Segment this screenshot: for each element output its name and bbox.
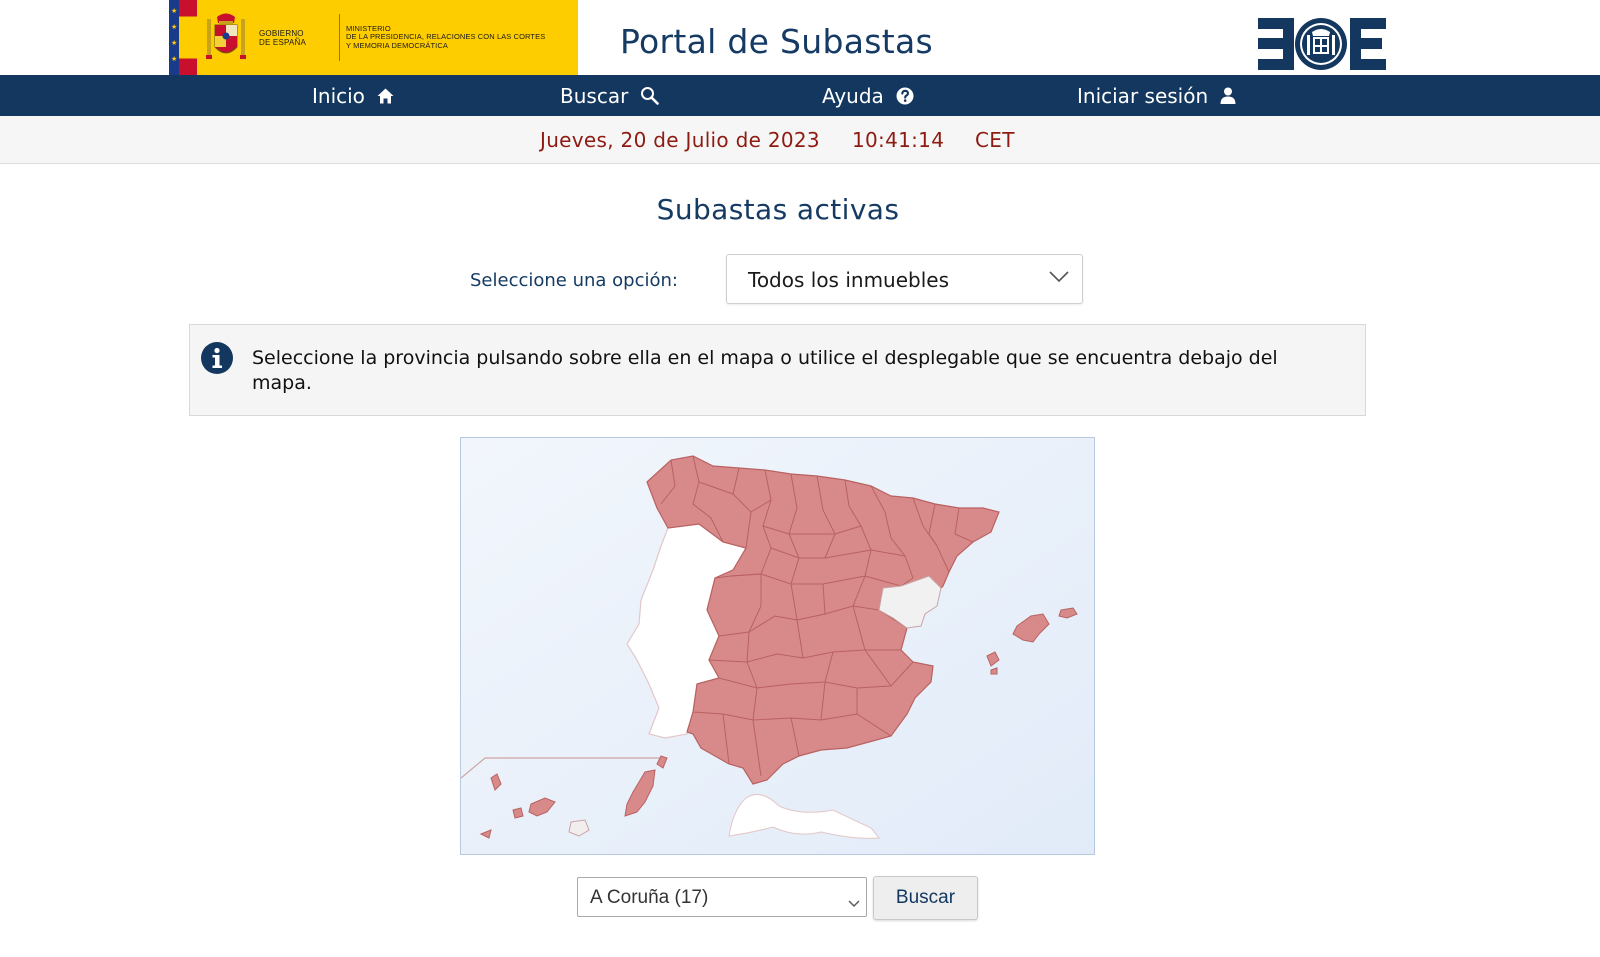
nav-ayuda-label: Ayuda: [822, 83, 884, 108]
gobierno-text: GOBIERNO DE ESPAÑA: [255, 0, 333, 75]
option-select-label: Seleccione una opción:: [470, 270, 678, 291]
gov-line2: DE ESPAÑA: [259, 37, 306, 47]
asset-type-select[interactable]: Todos los inmuebles: [726, 254, 1083, 304]
ministerio-text: MINISTERIO DE LA PRESIDENCIA, RELACIONES…: [346, 0, 578, 75]
gov-divider: [339, 14, 340, 61]
nav-iniciar-sesion[interactable]: Iniciar sesión: [1077, 75, 1236, 116]
info-message: Seleccione la provincia pulsando sobre e…: [189, 324, 1366, 416]
province-select[interactable]: A Coruña (17): [577, 877, 867, 917]
info-text: Seleccione la provincia pulsando sobre e…: [252, 347, 1278, 394]
nav-login-label: Iniciar sesión: [1077, 83, 1209, 108]
timezone-label: CET: [975, 128, 1015, 152]
nav-buscar-label: Buscar: [560, 83, 629, 108]
spain-province-map[interactable]: [460, 437, 1095, 855]
site-header: ★ ★ ★ ★ GOBIERNO DE ESPAÑA MINISTERIO DE…: [0, 0, 1600, 75]
user-icon: [1220, 87, 1236, 104]
page-title: Subastas activas: [656, 193, 900, 226]
home-icon: [377, 88, 394, 104]
nav-ayuda[interactable]: Ayuda: [822, 75, 914, 116]
gobierno-logo[interactable]: ★ ★ ★ ★ GOBIERNO DE ESPAÑA MINISTERIO DE…: [169, 0, 578, 75]
nav-buscar[interactable]: Buscar: [560, 75, 660, 116]
chevron-down-icon: [848, 893, 860, 912]
search-icon: [640, 86, 660, 105]
eu-flag-strip: ★ ★ ★ ★: [169, 0, 197, 75]
current-time: 10:41:14: [852, 128, 945, 152]
main-nav: Inicio Buscar Ayuda Iniciar sesión: [0, 75, 1600, 116]
nav-inicio-label: Inicio: [312, 83, 365, 108]
nav-inicio[interactable]: Inicio: [312, 75, 394, 116]
current-date: Jueves, 20 de Julio de 2023: [540, 128, 820, 152]
info-icon: [201, 342, 233, 378]
help-icon: [896, 87, 914, 105]
portal-title[interactable]: Portal de Subastas: [620, 22, 933, 61]
eu-stars-icon: ★ ★ ★ ★: [169, 0, 179, 75]
gov-line1: GOBIERNO: [259, 28, 304, 38]
island-la-gomera: [512, 807, 524, 819]
province-value: A Coruña (17): [590, 887, 709, 908]
date-bar: Jueves, 20 de Julio de 2023 10:41:14 CET: [0, 116, 1600, 164]
asset-type-value: Todos los inmuebles: [748, 268, 950, 292]
boe-logo-icon[interactable]: [1258, 18, 1386, 70]
spain-flag-icon: [179, 0, 197, 75]
search-button[interactable]: Buscar: [873, 876, 978, 920]
ministry-line3: Y MEMORIA DEMOCRÁTICA: [346, 40, 448, 50]
chevron-down-icon: [1048, 269, 1070, 288]
coat-of-arms-icon: [197, 0, 255, 75]
